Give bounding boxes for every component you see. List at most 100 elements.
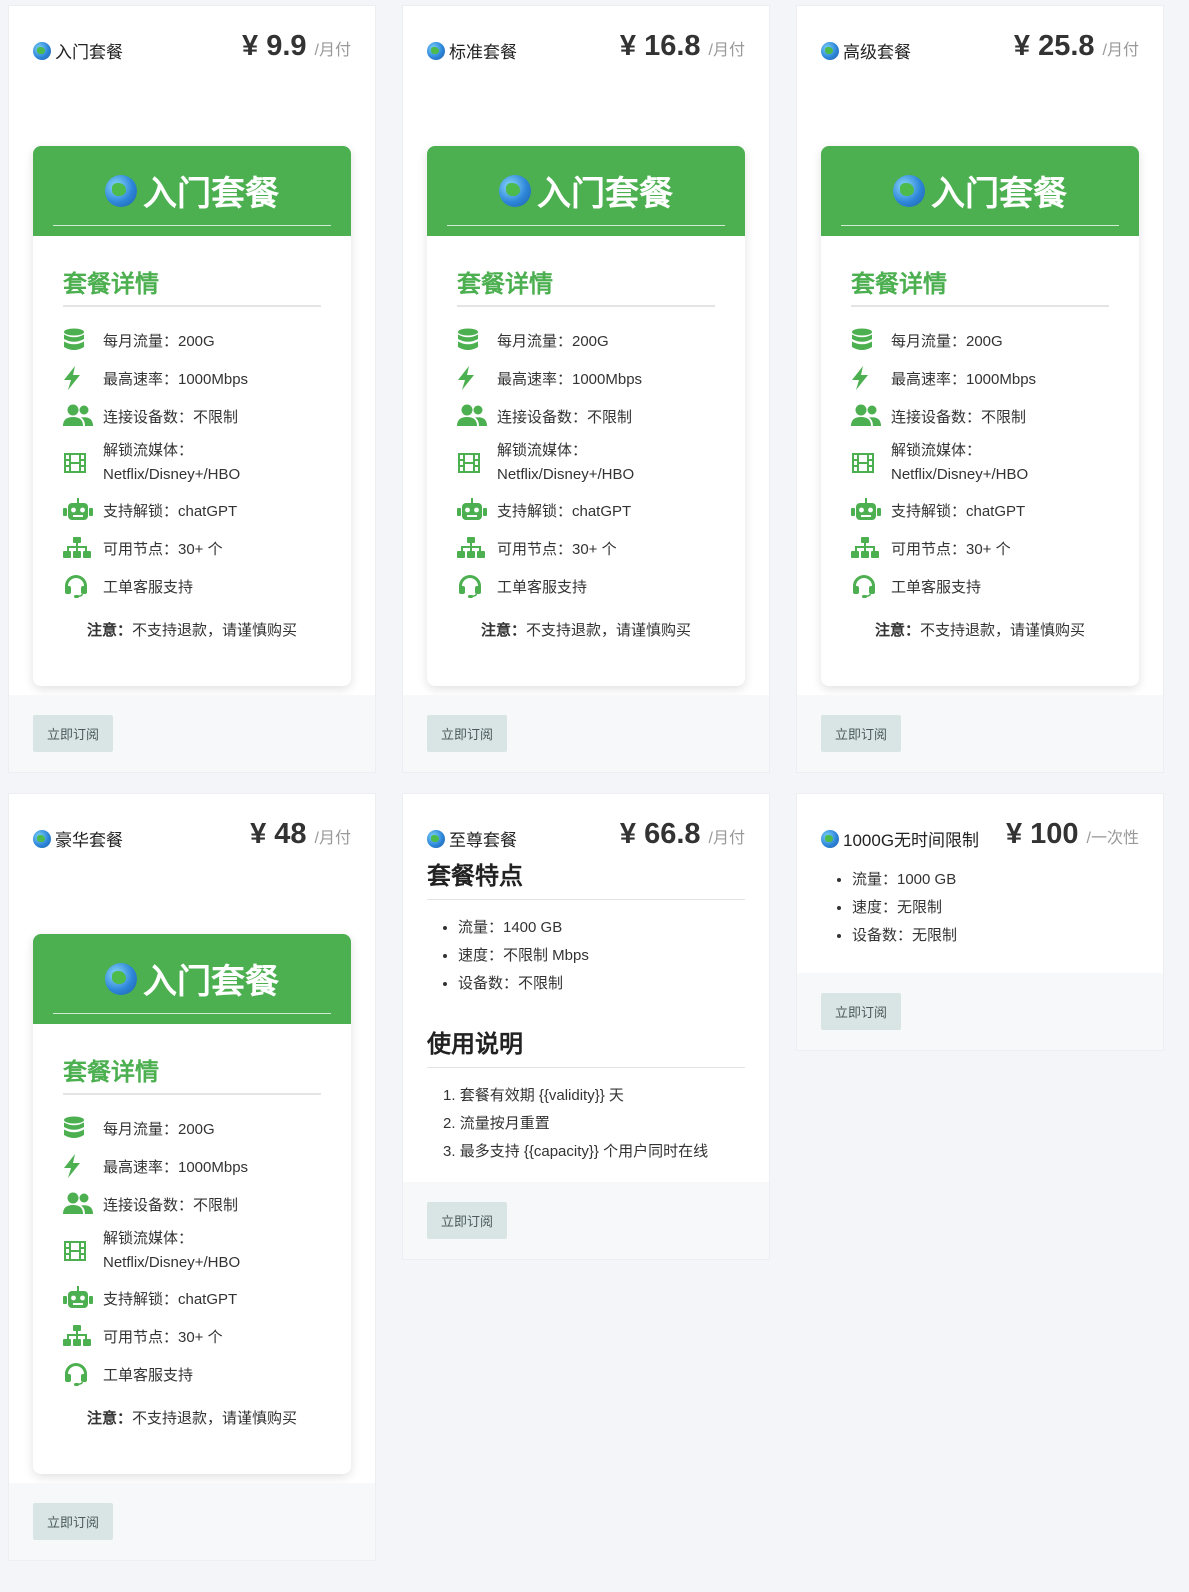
- sitemap-icon: [457, 535, 487, 561]
- banner-title-text: 入门套餐: [931, 175, 1067, 213]
- headset-icon: [851, 573, 881, 599]
- price-unit: /月付: [314, 42, 351, 59]
- banner-title: 入门套餐: [53, 954, 331, 1014]
- feature-text: 支持解锁：chatGPT: [891, 502, 1026, 520]
- feature-item: 工单客服支持: [457, 567, 715, 605]
- robot-icon: [63, 1285, 93, 1311]
- globe-icon: [821, 829, 839, 848]
- note-text: 不支持退款，请谨慎购买: [920, 622, 1086, 639]
- feature-text: 工单客服支持: [891, 578, 982, 596]
- feature-text: 可用节点：30+ 个: [103, 540, 223, 558]
- globe-icon: [427, 41, 445, 60]
- users-icon: [851, 403, 881, 429]
- banner-title: 入门套餐: [53, 166, 331, 226]
- feature-item: 速度：无限制: [852, 894, 1139, 922]
- plan-name: 至尊套餐: [427, 826, 517, 851]
- subscribe-button[interactable]: 立即订阅: [821, 993, 902, 1030]
- plan-detail-body: 套餐详情 每月流量：200G 最高速率：1000Mbps 连接设备数：不限制 解锁流媒体…: [821, 236, 1139, 640]
- price-value: ¥ 16.8: [619, 30, 701, 62]
- feature-item: 工单客服支持: [63, 567, 321, 605]
- users-icon: [457, 403, 487, 429]
- lightning-icon: [851, 365, 881, 391]
- note-text: 不支持退款，请谨慎购买: [132, 1410, 298, 1427]
- plan-card: 标准套餐 ¥ 16.8/月付 入门套餐 套餐详情 每月流量：200G 最高速率：1000M…: [402, 5, 770, 773]
- feature-text: 可用节点：30+ 个: [103, 1328, 223, 1346]
- price-value: ¥ 48: [250, 818, 307, 850]
- feature-item: 每月流量：200G: [63, 1109, 321, 1147]
- users-icon: [63, 1191, 93, 1217]
- database-icon: [63, 327, 93, 353]
- feature-item: 连接设备数：不限制: [851, 397, 1109, 435]
- plan-detail-panel: 入门套餐 套餐详情 每月流量：200G 最高速率：1000Mbps 连接设备数：不限制解…: [427, 146, 745, 686]
- feature-text: 支持解锁：chatGPT: [103, 502, 238, 520]
- plan-footer: 立即订阅: [797, 973, 1163, 1050]
- price-unit: /一次性: [1086, 830, 1139, 847]
- feature-list: 流量：1400 GB速度：不限制 Mbps设备数：不限制: [458, 914, 745, 998]
- feature-item: 连接设备数：不限制: [63, 397, 321, 435]
- refund-note: 注意：不支持退款，请谨慎购买: [851, 619, 1109, 640]
- globe-icon: [499, 174, 531, 207]
- price-value: ¥ 9.9: [242, 30, 307, 62]
- feature-item: 支持解锁：chatGPT: [63, 491, 321, 529]
- price-unit: /月付: [314, 830, 351, 847]
- film-icon: [63, 450, 93, 476]
- feature-text: 工单客服支持: [497, 578, 588, 596]
- features-title: 套餐特点: [427, 856, 745, 900]
- feature-text: 连接设备数：不限制: [497, 408, 633, 426]
- feature-item: 工单客服支持: [851, 567, 1109, 605]
- feature-item: 连接设备数：不限制: [63, 1185, 321, 1223]
- sitemap-icon: [63, 1323, 93, 1349]
- plan-detail-panel: 入门套餐套餐详情 每月流量：200G 最高速率：1000Mbps 连接设备数：不限制解…: [33, 934, 351, 1474]
- subscribe-button[interactable]: 立即订阅: [427, 715, 508, 752]
- usage-item: 最多支持 {{capacity}} 个用户同时在线: [443, 1138, 745, 1166]
- globe-icon: [33, 41, 51, 60]
- plan-name-text: 入门套餐: [55, 43, 123, 62]
- subscribe-button[interactable]: 立即订阅: [33, 715, 114, 752]
- subscribe-button[interactable]: 立即订阅: [427, 1202, 508, 1239]
- feature-item: 每月流量：200G: [457, 321, 715, 359]
- subscribe-button[interactable]: 立即订阅: [33, 1503, 114, 1540]
- plan-card: 高级套餐 ¥ 25.8/月付 入门套餐 套餐详情 每月流量：200G 最高速率：1000M…: [796, 5, 1164, 773]
- feature-item: 解锁流媒体：Netflix/Disney+/HBO: [63, 1223, 321, 1279]
- subscribe-button[interactable]: 立即订阅: [821, 715, 902, 752]
- note-label: 注意：: [86, 1410, 132, 1427]
- usage-item: 流量按月重置: [443, 1110, 745, 1138]
- details-title: 套餐详情: [851, 264, 1109, 307]
- feature-text: 工单客服支持: [103, 1366, 194, 1384]
- note-label: 注意：: [86, 622, 132, 639]
- plan-header: 入门套餐 ¥ 9.9/月付: [9, 6, 375, 102]
- plan-detail-panel: 入门套餐 套餐详情 每月流量：200G 最高速率：1000Mbps 连接设备数：不限制解…: [821, 146, 1139, 686]
- feature-item: 可用节点：30+ 个: [63, 1317, 321, 1355]
- feature-item: 支持解锁：chatGPT: [457, 491, 715, 529]
- plan-footer: 立即订阅: [9, 695, 375, 772]
- feature-item: 可用节点：30+ 个: [63, 529, 321, 567]
- usage-item: 套餐有效期 {{validity}} 天: [443, 1082, 745, 1110]
- plan-name-text: 1000G无时间限制: [843, 831, 980, 850]
- feature-item: 最高速率：1000Mbps: [457, 359, 715, 397]
- globe-icon: [105, 174, 137, 207]
- feature-text: 解锁流媒体：Netflix/Disney+/HBO: [103, 442, 241, 483]
- plan-footer: 立即订阅: [403, 695, 769, 772]
- lightning-icon: [63, 1153, 93, 1179]
- plan-footer: 立即订阅: [797, 695, 1163, 772]
- plan-detail-body: 套餐详情 每月流量：200G 最高速率：1000Mbps 连接设备数：不限制 解锁流媒体…: [33, 1024, 351, 1428]
- feature-item: 解锁流媒体：Netflix/Disney+/HBO: [457, 435, 715, 491]
- banner-title: 入门套餐: [447, 166, 725, 226]
- note-label: 注意：: [480, 622, 526, 639]
- database-icon: [457, 327, 487, 353]
- feature-item: 解锁流媒体：Netflix/Disney+/HBO: [63, 435, 321, 491]
- feature-list: 流量：1000 GB速度：无限制设备数：无限制: [852, 866, 1139, 950]
- feature-item: 可用节点：30+ 个: [851, 529, 1109, 567]
- users-icon: [63, 403, 93, 429]
- feature-text: 最高速率：1000Mbps: [891, 370, 1037, 388]
- plan-card: 入门套餐 ¥ 9.9/月付 入门套餐 套餐详情 每月流量：200G 最高速率：1000Mb…: [8, 5, 376, 773]
- banner-title-text: 入门套餐: [537, 175, 673, 213]
- plan-name: 1000G无时间限制: [821, 826, 979, 851]
- plan-name-text: 标准套餐: [449, 43, 517, 62]
- plan-name: 高级套餐: [821, 38, 911, 63]
- feature-text: 解锁流媒体：Netflix/Disney+/HBO: [497, 442, 635, 483]
- robot-icon: [457, 497, 487, 523]
- film-icon: [851, 450, 881, 476]
- sitemap-icon: [851, 535, 881, 561]
- feature-item: 最高速率：1000Mbps: [851, 359, 1109, 397]
